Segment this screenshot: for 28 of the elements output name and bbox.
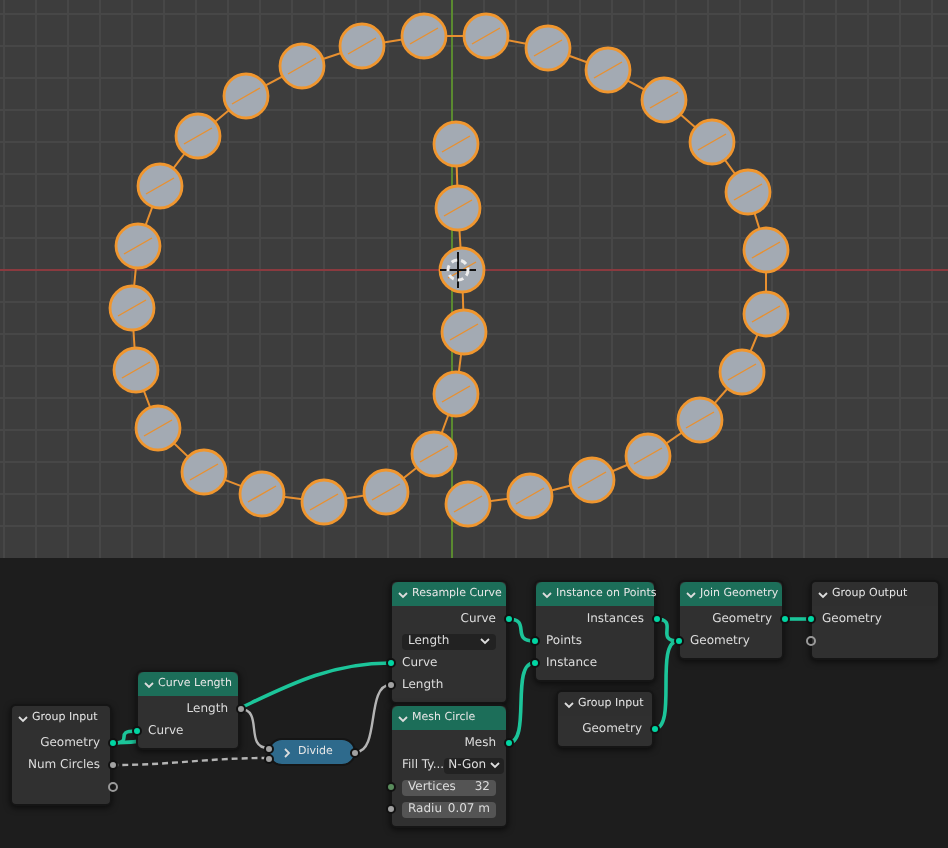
socket-dot[interactable]: [651, 614, 661, 624]
cursor-icon: [439, 251, 477, 289]
socket-dot[interactable]: [503, 614, 513, 624]
socket-dot[interactable]: [503, 738, 513, 748]
socket-dot[interactable]: [385, 658, 395, 668]
socket-dot[interactable]: [779, 614, 789, 624]
socket-dot[interactable]: [529, 636, 539, 646]
chevron-icon[interactable]: [564, 699, 574, 709]
socket-dot[interactable]: [805, 614, 815, 624]
socket-dot[interactable]: [529, 658, 539, 668]
socket-dot[interactable]: [107, 782, 117, 792]
socket-dot[interactable]: [385, 782, 395, 792]
chevron-icon[interactable]: [480, 636, 490, 646]
chevron-icon[interactable]: [490, 760, 501, 770]
socket-dot[interactable]: [805, 636, 815, 646]
socket-dot[interactable]: [649, 724, 659, 734]
socket-dot[interactable]: [107, 738, 117, 748]
socket-dot[interactable]: [107, 760, 117, 770]
socket-dot[interactable]: [385, 804, 395, 814]
chevron-icon[interactable]: [818, 589, 828, 599]
3d-viewport[interactable]: [0, 0, 948, 558]
socket-dot[interactable]: [131, 726, 141, 736]
chevron-icon[interactable]: [18, 713, 28, 723]
socket-dot[interactable]: [385, 680, 395, 690]
node-link: [507, 661, 535, 745]
socket-dot[interactable]: [235, 704, 245, 714]
socket-dot[interactable]: [673, 636, 683, 646]
node-link: [784, 617, 810, 621]
